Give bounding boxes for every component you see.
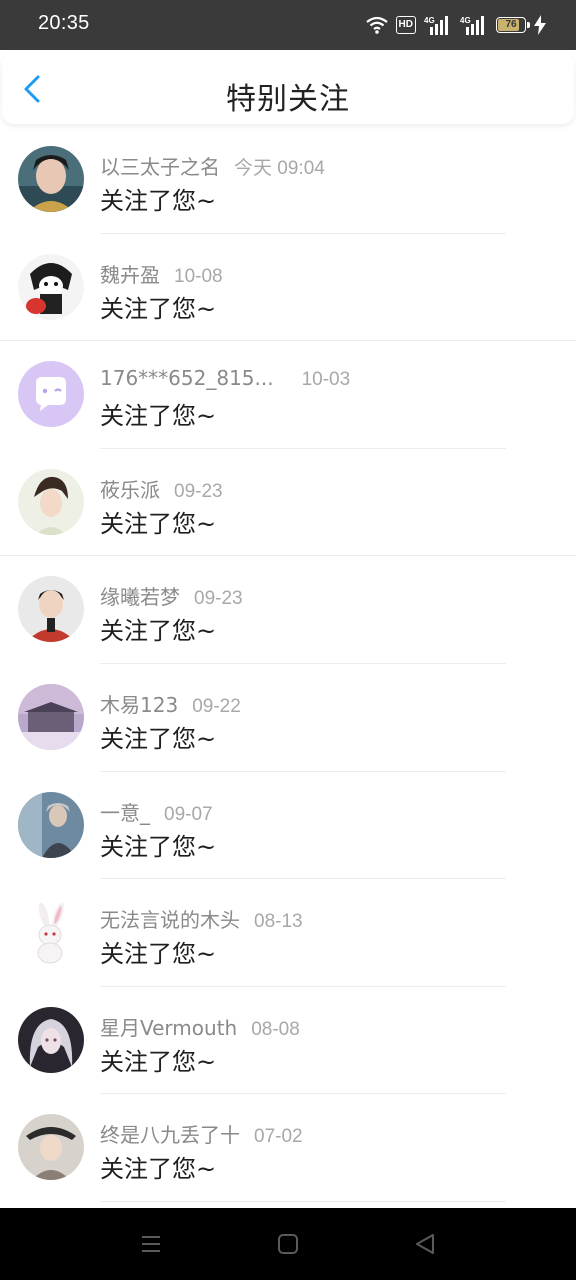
avatar[interactable] bbox=[18, 576, 84, 643]
item-name: 终是八九丢了十 07-02 bbox=[100, 1123, 303, 1148]
item-date: 09-23 bbox=[194, 588, 243, 610]
item-name: 176***652_815... 10-03 bbox=[100, 366, 351, 391]
avatar[interactable] bbox=[18, 1006, 84, 1073]
item-message: 关注了您~ bbox=[100, 1047, 217, 1076]
list-item[interactable]: 星月Vermouth 08-08 关注了您~ bbox=[0, 987, 576, 1095]
item-name: 魏卉盈 10-08 bbox=[100, 262, 223, 287]
page-title: 特别关注 bbox=[226, 82, 350, 117]
signal-label-2: 4G bbox=[460, 16, 471, 25]
item-name: 无法言说的木头 08-13 bbox=[100, 908, 303, 933]
item-date: 08-13 bbox=[254, 911, 303, 933]
menu-lines-icon[interactable] bbox=[139, 1232, 163, 1256]
item-message: 关注了您~ bbox=[100, 724, 217, 753]
item-message: 关注了您~ bbox=[100, 617, 217, 646]
item-name: 木易123 09-22 bbox=[100, 692, 241, 717]
status-icons: HD 4G 4G 76 bbox=[365, 14, 546, 36]
list-item[interactable]: 终是八九丢了十 07-02 关注了您~ bbox=[0, 1094, 576, 1202]
battery-level: 76 bbox=[505, 19, 517, 30]
item-date: 10-03 bbox=[301, 369, 351, 391]
item-name: 以三太子之名 今天 09:04 bbox=[100, 155, 325, 179]
home-square-icon[interactable] bbox=[276, 1232, 300, 1256]
item-message: 关注了您~ bbox=[100, 832, 217, 861]
list-item[interactable]: 176***652_815... 10-03 关注了您~ bbox=[0, 341, 576, 449]
list-item[interactable]: 莜乐派 09-23 关注了您~ bbox=[0, 449, 576, 557]
signal-label-1: 4G bbox=[424, 16, 435, 25]
item-name: 一意_ 09-07 bbox=[100, 800, 213, 825]
signal-icon-2: 4G bbox=[460, 16, 484, 35]
list-item[interactable]: 一意_ 09-07 关注了您~ bbox=[0, 772, 576, 880]
avatar[interactable] bbox=[18, 683, 84, 750]
item-date: 今天 09:04 bbox=[234, 158, 325, 179]
hd-badge: HD bbox=[395, 16, 416, 34]
divider bbox=[100, 1200, 506, 1202]
signal-icon: 4G bbox=[424, 16, 448, 35]
battery-icon: 76 bbox=[496, 17, 530, 33]
avatar[interactable] bbox=[18, 253, 84, 320]
default-chat-avatar[interactable] bbox=[18, 361, 84, 428]
list-item[interactable]: 以三太子之名 今天 09:04 关注了您~ bbox=[0, 126, 576, 234]
follow-list: 以三太子之名 今天 09:04 关注了您~ 魏卉盈 10-08 关注了您~ 17… bbox=[0, 126, 576, 1202]
avatar[interactable] bbox=[18, 468, 84, 535]
list-item[interactable]: 魏卉盈 10-08 关注了您~ bbox=[0, 234, 576, 342]
avatar[interactable] bbox=[18, 791, 84, 858]
status-time: 20:35 bbox=[38, 12, 90, 34]
back-triangle-icon[interactable] bbox=[413, 1232, 437, 1256]
list-item[interactable]: 木易123 09-22 关注了您~ bbox=[0, 664, 576, 772]
status-bar: 20:35 HD 4G 4G 76 bbox=[0, 0, 576, 50]
item-name: 星月Vermouth 08-08 bbox=[100, 1015, 300, 1040]
item-message: 关注了您~ bbox=[100, 402, 217, 431]
item-date: 08-08 bbox=[251, 1018, 300, 1040]
list-item[interactable]: 无法言说的木头 08-13 关注了您~ bbox=[0, 879, 576, 987]
item-message: 关注了您~ bbox=[100, 509, 217, 538]
item-date: 07-02 bbox=[254, 1126, 303, 1148]
rabbit-avatar[interactable] bbox=[18, 899, 84, 966]
item-name: 缘曦若梦 09-23 bbox=[100, 585, 243, 610]
list-item[interactable]: 缘曦若梦 09-23 关注了您~ bbox=[0, 556, 576, 664]
item-date: 09-23 bbox=[174, 480, 223, 502]
item-message: 关注了您~ bbox=[100, 1155, 217, 1184]
item-message: 关注了您~ bbox=[100, 940, 217, 969]
avatar[interactable] bbox=[18, 146, 84, 212]
avatar[interactable] bbox=[18, 1114, 84, 1181]
item-date: 10-08 bbox=[174, 265, 223, 287]
item-name: 莜乐派 09-23 bbox=[100, 477, 223, 502]
item-message: 关注了您~ bbox=[100, 294, 217, 323]
wifi-icon bbox=[365, 16, 388, 34]
item-date: 09-07 bbox=[164, 803, 213, 825]
charging-bolt-icon bbox=[534, 15, 546, 35]
system-nav-bar bbox=[0, 1208, 576, 1280]
item-date: 09-22 bbox=[192, 695, 241, 717]
item-message: 关注了您~ bbox=[100, 187, 217, 215]
page-header: 特别关注 bbox=[2, 52, 574, 124]
